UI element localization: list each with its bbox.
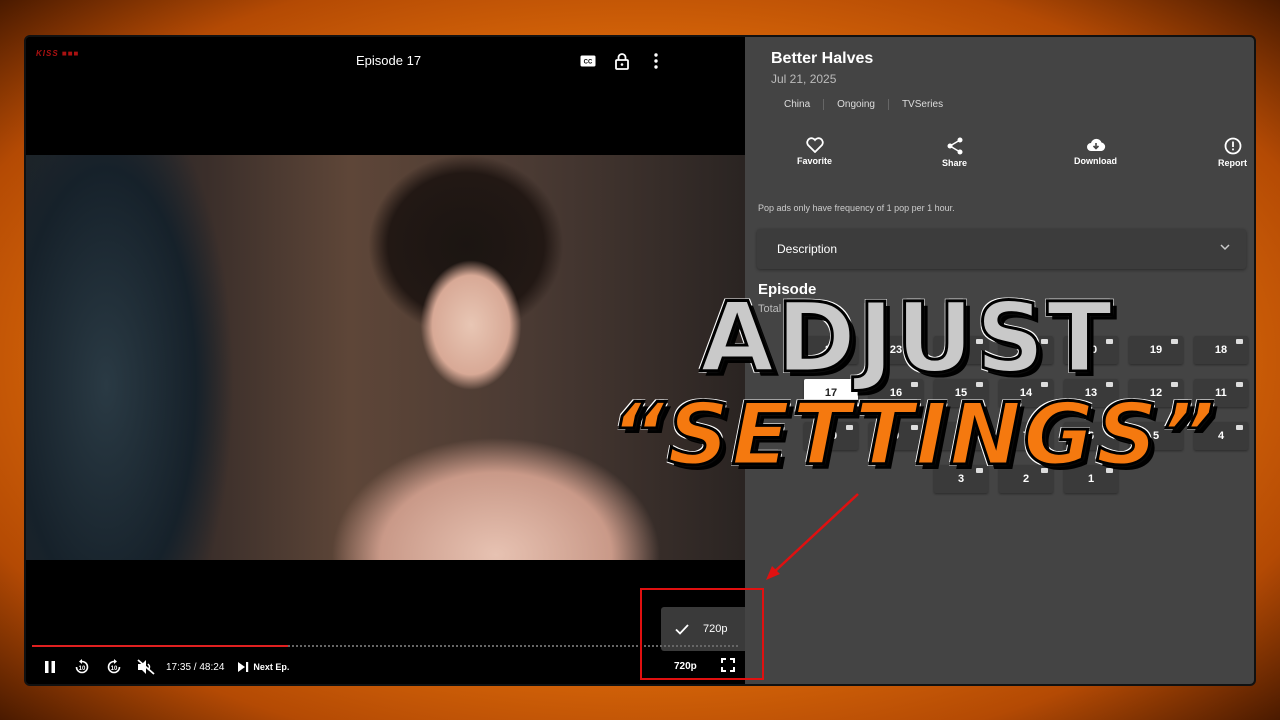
svg-text:10: 10 [111, 666, 118, 672]
description-accordion[interactable]: Description [757, 229, 1246, 269]
overlay-title-line1: ADJUST [698, 282, 1115, 394]
lock-icon[interactable] [612, 51, 632, 71]
download-label: Download [1074, 156, 1117, 166]
progress-bar[interactable] [32, 645, 738, 647]
next-episode-label: Next Ep. [253, 662, 290, 672]
episode-title: Episode 17 [356, 53, 422, 68]
episode-number: 18 [1214, 344, 1228, 356]
description-label: Description [777, 242, 838, 256]
subtitle-badge-icon [1171, 339, 1178, 344]
share-button[interactable]: Share [942, 137, 967, 168]
episode-button-18[interactable]: 18 [1194, 336, 1248, 364]
download-button[interactable]: Download [1074, 137, 1117, 166]
svg-text:CC: CC [584, 60, 593, 66]
share-icon [947, 137, 962, 155]
tag-type[interactable]: TVSeries [889, 99, 956, 110]
episode-button-19[interactable]: 19 [1129, 336, 1183, 364]
subtitle-badge-icon [1236, 425, 1243, 430]
video-frame[interactable] [26, 155, 745, 560]
heart-icon [805, 137, 824, 153]
next-episode-button[interactable]: Next Ep. [238, 662, 289, 672]
more-options-icon[interactable] [646, 51, 666, 71]
favorite-label: Favorite [797, 156, 833, 166]
share-label: Share [942, 158, 968, 168]
player-controls: 10 10 17:35 / 48:24 Next Ep. [34, 657, 289, 677]
tag-country[interactable]: China [771, 99, 825, 110]
ads-notice: Pop ads only have frequency of 1 pop per… [758, 203, 955, 213]
subtitle-badge-icon [1236, 382, 1243, 387]
subtitle-badge-icon [1236, 339, 1243, 344]
tag-status[interactable]: Ongoing [824, 99, 889, 110]
action-bar: Favorite Share Download Report [765, 137, 1247, 177]
alert-icon [1224, 137, 1241, 155]
video-player[interactable]: KISS ■■■ Episode 17 CC 720p 10 10 17:35 … [26, 37, 751, 684]
report-button[interactable]: Report [1218, 137, 1247, 168]
rewind-10-icon[interactable]: 10 [66, 657, 98, 677]
favorite-button[interactable]: Favorite [797, 137, 832, 166]
player-top-icons: CC [578, 51, 666, 71]
svg-text:10: 10 [79, 666, 86, 672]
show-title: Better Halves [771, 50, 874, 67]
progress-fill [32, 645, 289, 647]
captions-icon[interactable]: CC [578, 51, 598, 71]
highlight-box [640, 588, 764, 680]
muted-volume-icon[interactable] [130, 657, 162, 677]
overlay-title-line2: “SETTINGS” [608, 385, 1218, 485]
site-logo: KISS ■■■ [36, 49, 80, 58]
skip-next-icon [238, 662, 249, 672]
cloud-download-icon [1086, 138, 1105, 151]
time-display: 17:35 / 48:24 [166, 661, 225, 673]
tag-list: China Ongoing TVSeries [771, 99, 956, 110]
report-label: Report [1218, 158, 1247, 168]
release-date: Jul 21, 2025 [771, 72, 837, 86]
episode-number: 19 [1149, 344, 1163, 356]
chevron-down-icon [1220, 244, 1230, 251]
episode-number: 4 [1217, 430, 1225, 442]
pause-icon[interactable] [34, 657, 66, 677]
forward-10-icon[interactable]: 10 [98, 657, 130, 677]
